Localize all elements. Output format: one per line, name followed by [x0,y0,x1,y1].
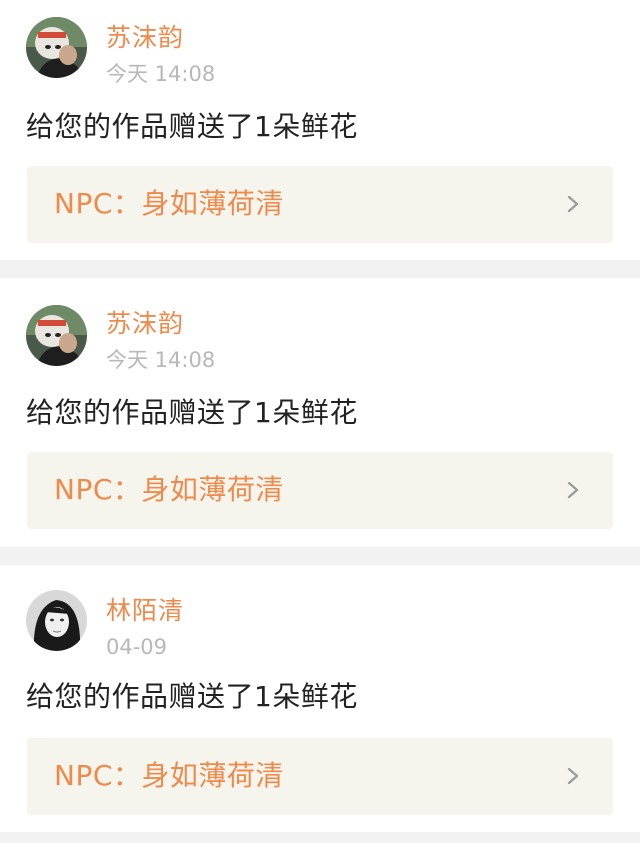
work-link-button[interactable]: NPC：身如薄荷清 [27,452,613,529]
work-title: NPC：身如薄荷清 [54,759,284,792]
timestamp: 04-09 [106,635,168,659]
work-title: NPC：身如薄荷清 [54,187,284,220]
work-title: NPC：身如薄荷清 [54,473,284,506]
timestamp: 今天 14:08 [106,62,216,86]
notification-card: 苏沫韵 今天 14:08 给您的作品赠送了1朵鲜花 NPC：身如薄荷清 [0,0,640,260]
portrait-avatar-icon [26,590,87,651]
user-name[interactable]: 苏沫韵 [106,309,184,339]
user-name[interactable]: 苏沫韵 [106,23,184,53]
user-avatar[interactable] [26,305,87,366]
notification-message: 给您的作品赠送了1朵鲜花 [26,396,358,429]
notification-message: 给您的作品赠送了1朵鲜花 [26,680,358,713]
chevron-right-icon [567,481,579,499]
cartoon-avatar-icon [26,17,87,78]
timestamp: 今天 14:08 [106,348,216,372]
user-name[interactable]: 林陌清 [106,596,184,626]
notification-feed: 苏沫韵 今天 14:08 给您的作品赠送了1朵鲜花 NPC：身如薄荷清 苏沫韵 [0,0,640,843]
user-avatar[interactable] [26,17,87,78]
work-link-button[interactable]: NPC：身如薄荷清 [27,166,613,243]
notification-card: 林陌清 04-09 给您的作品赠送了1朵鲜花 NPC：身如薄荷清 [0,565,640,832]
chevron-right-icon [567,767,579,785]
chevron-right-icon [567,195,579,213]
cartoon-avatar-icon [26,305,87,366]
user-avatar[interactable] [26,590,87,651]
notification-card: 苏沫韵 今天 14:08 给您的作品赠送了1朵鲜花 NPC：身如薄荷清 [0,278,640,547]
notification-message: 给您的作品赠送了1朵鲜花 [26,110,358,143]
work-link-button[interactable]: NPC：身如薄荷清 [27,738,613,815]
